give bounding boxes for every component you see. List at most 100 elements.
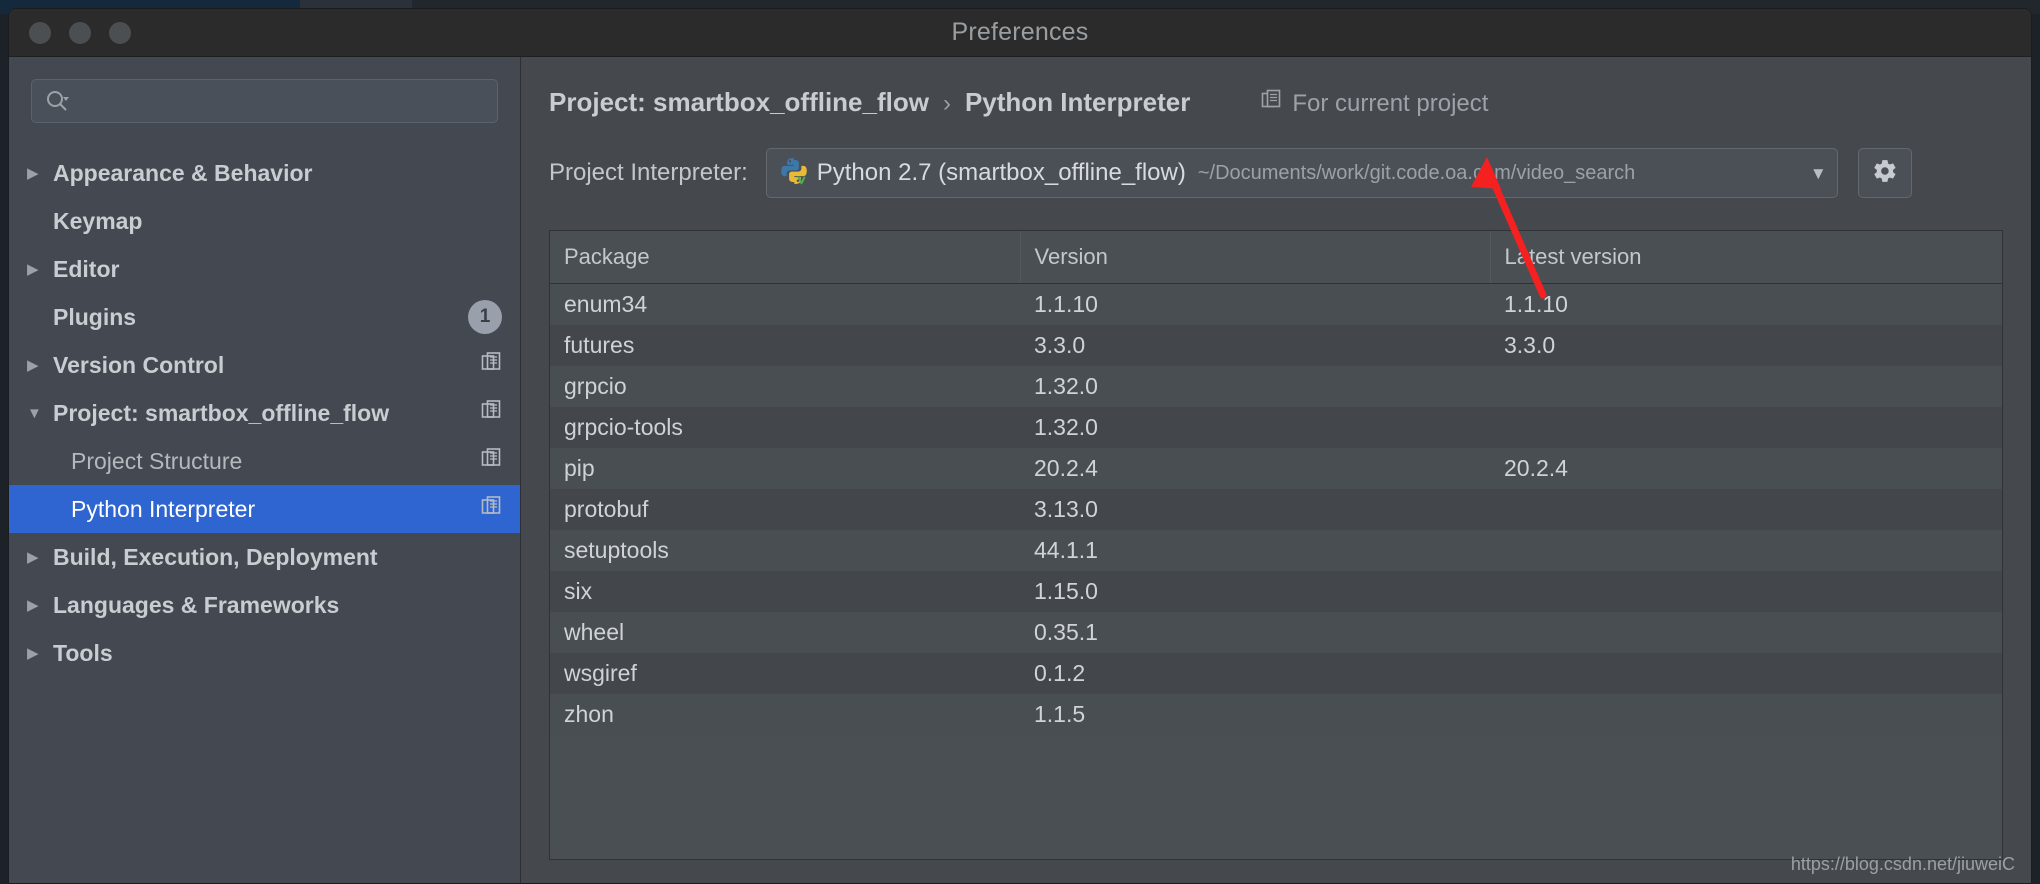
status-badge: 1: [468, 300, 502, 334]
sidebar-item-project-structure[interactable]: Project Structure: [9, 437, 520, 485]
cell-version: 20.2.4: [1034, 455, 1098, 481]
interpreter-row: Project Interpreter: Python 2.7 (smartbo…: [521, 118, 2031, 198]
sidebar-item-version-control[interactable]: ▶ Version Control: [9, 341, 520, 389]
cell-package: zhon: [564, 701, 614, 727]
sidebar-item-adornment: [480, 400, 502, 427]
chevron-right-icon[interactable]: ▶: [27, 550, 53, 565]
breadcrumb-separator: ›: [942, 90, 951, 117]
table-row[interactable]: protobuf 3.13.0: [550, 489, 2002, 530]
packages-table-head: Package Version Latest version: [550, 231, 2002, 284]
settings-sidebar: ▶ Appearance & Behavior Keymap ▶ Editor Plugi…: [9, 57, 521, 883]
sidebar-item-adornment: [480, 352, 502, 379]
table-row[interactable]: pip 20.2.4 20.2.4: [550, 448, 2002, 489]
column-header-latest-version[interactable]: Latest version: [1490, 231, 2002, 284]
column-header-package[interactable]: Package: [550, 231, 1021, 284]
interpreter-name: Python 2.7 (smartbox_offline_flow): [816, 159, 1186, 186]
cell-version: 1.1.10: [1034, 291, 1098, 317]
cell-version: 1.15.0: [1034, 578, 1098, 604]
search-box[interactable]: [31, 79, 498, 123]
sidebar-item-label: Languages & Frameworks: [53, 591, 340, 618]
cell-package: wsgiref: [564, 660, 637, 686]
chevron-right-icon[interactable]: ▶: [27, 166, 53, 181]
watermark: https://blog.csdn.net/jiuweiC: [1790, 854, 2015, 874]
cell-latest-version: 20.2.4: [1504, 455, 1568, 481]
sidebar-item-label: Tools: [53, 639, 113, 666]
search-icon: [44, 88, 70, 114]
sidebar-item-label: Python Interpreter: [71, 495, 256, 522]
sidebar-item-label: Version Control: [53, 351, 225, 378]
window-titlebar: Preferences: [9, 9, 2031, 57]
interpreter-dropdown[interactable]: Python 2.7 (smartbox_offline_flow) ~/Doc…: [765, 148, 1838, 198]
preferences-body: ▶ Appearance & Behavior Keymap ▶ Editor Plugi…: [9, 57, 2031, 883]
sidebar-item-appearance-behavior[interactable]: ▶ Appearance & Behavior: [9, 149, 520, 197]
cell-latest-version: [1490, 612, 2002, 653]
chevron-right-icon[interactable]: ▶: [27, 598, 53, 613]
table-header-row: Package Version Latest version: [550, 231, 2002, 284]
table-row[interactable]: wsgiref 0.1.2: [550, 653, 2002, 694]
sidebar-item-label: Project: smartbox_offline_flow: [53, 399, 390, 426]
breadcrumb-project[interactable]: Project: smartbox_offline_flow: [549, 87, 929, 118]
copy-settings-icon: [480, 352, 502, 379]
interpreter-settings-button[interactable]: [1857, 148, 1912, 198]
packages-table-body: enum34 1.1.10 1.1.10 futures 3.3.0 3.3.0 grpci…: [550, 283, 2002, 735]
sidebar-item-keymap[interactable]: Keymap: [9, 197, 520, 245]
chevron-down-icon[interactable]: ▼: [1810, 165, 1827, 182]
for-current-project-label: For current project: [1260, 89, 1488, 118]
cell-version: 1.32.0: [1034, 373, 1098, 399]
copy-settings-icon: [480, 400, 502, 427]
cell-latest-version: [1490, 489, 2002, 530]
chevron-down-icon[interactable]: ▼: [27, 406, 53, 421]
packages-table-container[interactable]: Package Version Latest version enum34 1.1…: [549, 230, 2003, 860]
sidebar-item-project-smartbox-offline-flow[interactable]: ▼ Project: smartbox_offline_flow: [9, 389, 520, 437]
chevron-right-icon[interactable]: ▶: [27, 358, 53, 373]
cell-version: 3.13.0: [1034, 496, 1098, 522]
cell-package: six: [564, 578, 593, 604]
cell-version: 1.1.5: [1034, 701, 1086, 727]
sidebar-item-adornment: [480, 448, 502, 475]
cell-latest-version: 3.3.0: [1504, 332, 1556, 358]
cell-version: 0.35.1: [1034, 619, 1098, 645]
sidebar-item-python-interpreter[interactable]: Python Interpreter: [9, 485, 520, 533]
sidebar-item-editor[interactable]: ▶ Editor: [9, 245, 520, 293]
table-row[interactable]: futures 3.3.0 3.3.0: [550, 325, 2002, 366]
column-header-version[interactable]: Version: [1020, 231, 1491, 284]
cell-package: futures: [564, 332, 635, 358]
cell-package: pip: [564, 455, 595, 481]
cell-package: wheel: [564, 619, 625, 645]
sidebar-item-languages-frameworks[interactable]: ▶ Languages & Frameworks: [9, 581, 520, 629]
table-row[interactable]: enum34 1.1.10 1.1.10: [550, 283, 2002, 325]
sidebar-item-build-execution-deployment[interactable]: ▶ Build, Execution, Deployment: [9, 533, 520, 581]
sidebar-item-label: Project Structure: [71, 447, 243, 474]
breadcrumb: Project: smartbox_offline_flow › Python …: [521, 57, 2031, 118]
sidebar-item-label: Plugins: [53, 303, 137, 330]
cell-version: 44.1.1: [1034, 537, 1098, 563]
cell-package: protobuf: [564, 496, 649, 522]
cell-latest-version: [1490, 571, 2002, 612]
settings-nav-list: ▶ Appearance & Behavior Keymap ▶ Editor Plugi…: [9, 149, 520, 677]
sidebar-item-adornment: [480, 496, 502, 523]
gear-icon: [1872, 158, 1898, 189]
cell-latest-version: 1.1.10: [1504, 291, 1568, 317]
copy-settings-icon: [1260, 89, 1282, 118]
table-row[interactable]: setuptools 44.1.1: [550, 530, 2002, 571]
sidebar-item-label: Build, Execution, Deployment: [53, 543, 378, 570]
sidebar-item-adornment: 1: [468, 300, 502, 334]
sidebar-item-plugins[interactable]: Plugins 1: [9, 293, 520, 341]
chevron-right-icon[interactable]: ▶: [27, 262, 53, 277]
search-input[interactable]: [76, 89, 485, 113]
sidebar-item-label: Keymap: [53, 207, 143, 234]
cell-latest-version: [1490, 653, 2002, 694]
cell-version: 3.3.0: [1034, 332, 1086, 358]
window-title: Preferences: [951, 18, 1089, 46]
table-row[interactable]: six 1.15.0: [550, 571, 2002, 612]
preferences-window: Preferences ▶ Appearance & Behavior Keymap…: [8, 8, 2032, 884]
python-icon: [779, 156, 809, 191]
table-row[interactable]: wheel 0.35.1: [550, 612, 2002, 653]
sidebar-item-label: Appearance & Behavior: [53, 159, 313, 186]
sidebar-item-tools[interactable]: ▶ Tools: [9, 629, 520, 677]
table-row[interactable]: grpcio-tools 1.32.0: [550, 407, 2002, 448]
table-row[interactable]: grpcio 1.32.0: [550, 366, 2002, 407]
chevron-right-icon[interactable]: ▶: [27, 646, 53, 661]
cell-latest-version: [1490, 407, 2002, 448]
table-row[interactable]: zhon 1.1.5: [550, 694, 2002, 735]
